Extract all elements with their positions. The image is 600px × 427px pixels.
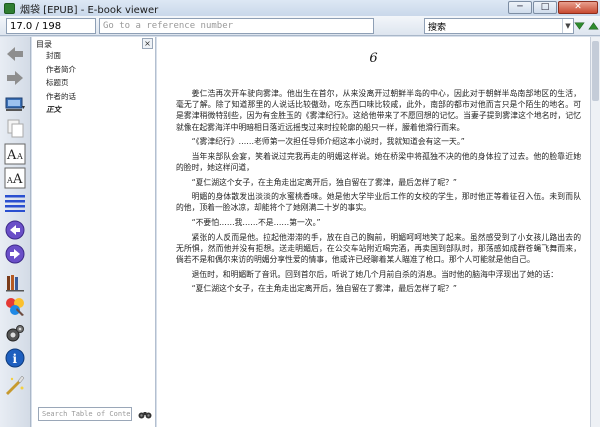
bookmark-button[interactable] bbox=[4, 271, 26, 293]
book-content: 6 姜仁浩再次开车驶向雾津。他出生在首尔，从来没离开过朝鲜半岛的中心，因此对于朝… bbox=[157, 37, 590, 427]
svg-text:i: i bbox=[13, 352, 18, 366]
paragraph: 退伍时，和明媚断了音讯。回到首尔后，听说了她几个月前自杀的消息。当时他的脑海中浮… bbox=[191, 269, 559, 279]
window-controls: ─ □ ✕ bbox=[508, 1, 598, 14]
copy-icon bbox=[7, 119, 24, 138]
back-button[interactable] bbox=[4, 43, 26, 65]
find-previous-icon[interactable] bbox=[588, 20, 599, 31]
svg-text:A: A bbox=[16, 152, 23, 161]
metadata-icon: i bbox=[5, 348, 25, 368]
chapter-text: 姜仁浩再次开车驶向雾津。他出生在首尔，从来没离开过朝鲜半岛的中心，因此对于朝鲜半… bbox=[176, 88, 581, 298]
print-icon bbox=[6, 375, 25, 395]
side-toolbar: AA AA i bbox=[0, 37, 31, 427]
reference-mode-button[interactable] bbox=[4, 295, 26, 317]
next-page-icon bbox=[5, 244, 25, 264]
close-window-button[interactable]: ✕ bbox=[558, 1, 598, 14]
toc-toggle-button[interactable] bbox=[4, 191, 26, 213]
top-toolbar: ▼ bbox=[0, 16, 600, 36]
app-icon bbox=[4, 2, 15, 14]
font-size-smaller-icon: AA bbox=[4, 167, 26, 189]
toc-search-input[interactable] bbox=[38, 407, 132, 421]
metadata-button[interactable]: i bbox=[4, 347, 26, 369]
font-smaller-button[interactable]: AA bbox=[4, 167, 26, 189]
paragraph: “夏仁湖这个女子，在主角走出定离开后，独自留在了雾津，最后怎样了呢？” bbox=[191, 177, 457, 187]
search-input[interactable] bbox=[424, 18, 574, 34]
preferences-icon bbox=[6, 325, 24, 342]
back-arrow-icon bbox=[7, 47, 23, 61]
next-page-button[interactable] bbox=[4, 243, 26, 265]
minimize-button[interactable]: ─ bbox=[508, 1, 532, 14]
svg-text:A: A bbox=[6, 176, 13, 185]
scrollbar-thumb[interactable] bbox=[592, 41, 599, 101]
paragraph: 当年来部队会宴，笑着说过完我再走的明媚这样说。她在桥梁中将孤独不决的他的身体拉了… bbox=[176, 151, 581, 172]
library-button[interactable] bbox=[4, 93, 26, 115]
chapter-number: 6 bbox=[369, 51, 378, 66]
forward-arrow-icon bbox=[7, 71, 23, 85]
paragraph: “《雾津纪行》……老师第一次担任导师介绍这本小说时，我就知道会有这一天。” bbox=[191, 137, 465, 147]
bookmark-icon bbox=[6, 275, 24, 292]
toc-item[interactable]: 标题页 bbox=[46, 76, 76, 90]
window-title: 烟袋 [EPUB] - E-book viewer bbox=[20, 4, 159, 16]
print-button[interactable] bbox=[4, 373, 26, 395]
goto-reference-input[interactable] bbox=[99, 18, 374, 34]
paragraph: 姜仁浩再次开车驶向雾津。他出生在首尔，从来没离开过朝鲜半岛的中心，因此对于朝鲜半… bbox=[176, 89, 581, 132]
paragraph: “夏仁湖这个女子，在主角走出定离开后，独自留在了雾津，最后怎样了呢？” bbox=[191, 284, 457, 294]
binoculars-icon[interactable] bbox=[138, 408, 152, 420]
previous-page-icon bbox=[5, 220, 25, 240]
reference-mode-icon bbox=[6, 298, 24, 316]
paragraph: 明媚的身体散发出淡淡的水蜜桃香味。她是他大学毕业后工作的女校的学生，那时他正等着… bbox=[176, 192, 581, 213]
toc-close-button[interactable]: × bbox=[142, 38, 153, 49]
toc-list: 封面 作者简介 标题页 作者的话 正文 bbox=[46, 49, 76, 117]
toc-item[interactable]: 封面 bbox=[46, 49, 76, 63]
maximize-button[interactable]: □ bbox=[533, 1, 557, 14]
search-history-dropdown[interactable]: ▼ bbox=[562, 19, 573, 33]
forward-button[interactable] bbox=[4, 67, 26, 89]
preferences-button[interactable] bbox=[4, 323, 26, 345]
toc-panel: 目录 × 封面 作者简介 标题页 作者的话 正文 bbox=[32, 37, 156, 427]
find-next-icon[interactable] bbox=[574, 20, 585, 31]
svg-text:A: A bbox=[12, 172, 23, 187]
font-size-larger-icon: AA bbox=[4, 143, 26, 165]
vertical-scrollbar[interactable] bbox=[590, 37, 600, 427]
toc-item[interactable]: 正文 bbox=[46, 103, 76, 117]
library-icon bbox=[5, 97, 25, 111]
window-titlebar: 烟袋 [EPUB] - E-book viewer ─ □ ✕ bbox=[0, 0, 600, 16]
toc-item[interactable]: 作者简介 bbox=[46, 63, 76, 77]
toc-item[interactable]: 作者的话 bbox=[46, 90, 76, 104]
paragraph: “不要怕……我……不是……第一次。” bbox=[191, 217, 321, 227]
font-larger-button[interactable]: AA bbox=[4, 143, 26, 165]
paragraph: 紧张的人反而是他。拉起他滞滞的手，放在自己的胸前，明媚呵呵地笑了起来。虽然感受到… bbox=[176, 232, 581, 264]
table-of-contents-icon bbox=[5, 195, 25, 212]
previous-page-button[interactable] bbox=[4, 219, 26, 241]
svg-text:A: A bbox=[6, 148, 17, 163]
position-spinbox[interactable] bbox=[6, 18, 96, 34]
copy-button[interactable] bbox=[4, 117, 26, 139]
